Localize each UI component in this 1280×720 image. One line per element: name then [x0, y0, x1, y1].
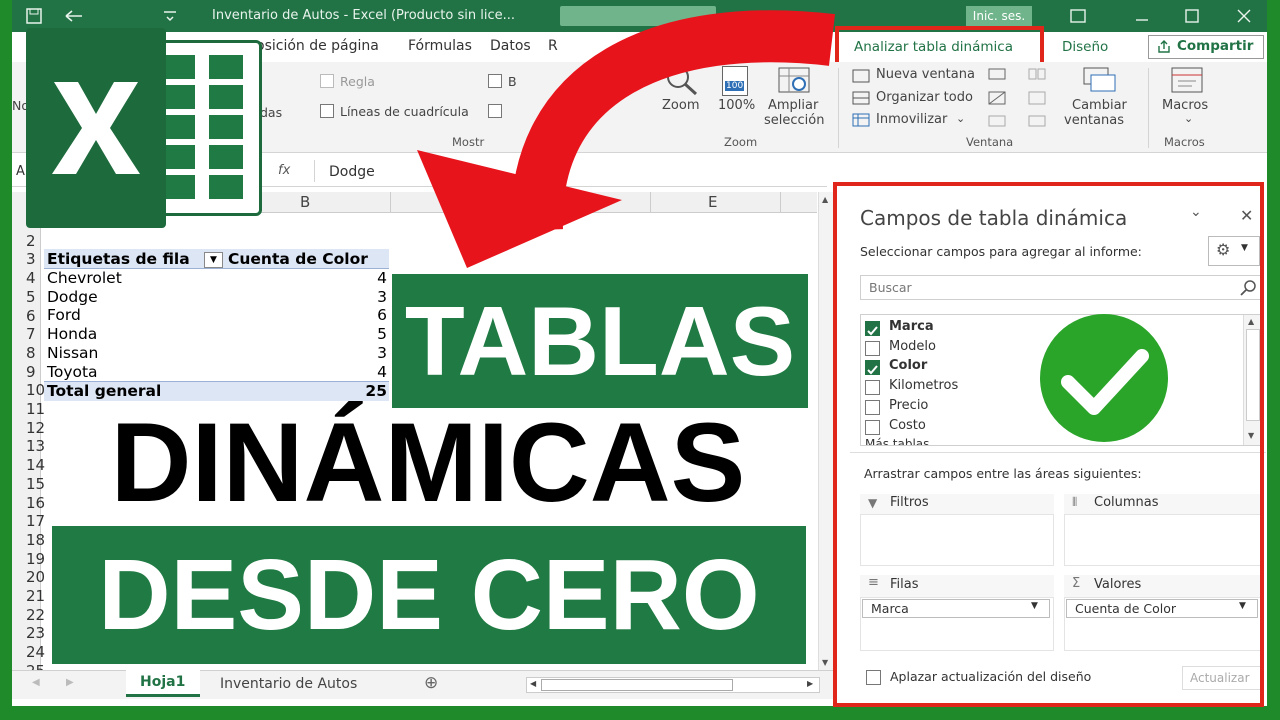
red-arrow-icon — [417, 10, 836, 268]
excel-window: Inventario de Autos - Excel (Producto si… — [12, 0, 1267, 706]
